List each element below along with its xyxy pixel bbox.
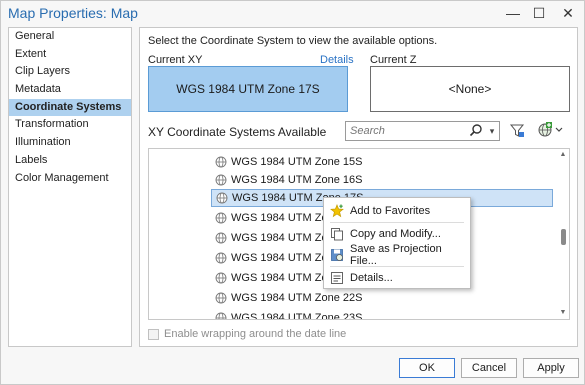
close-button[interactable]: ✕	[555, 3, 581, 23]
globe-icon	[216, 192, 228, 209]
save-projection-icon	[330, 248, 344, 262]
menu-item-save-projection-file[interactable]: Save as Projection File...	[324, 243, 470, 267]
nav-item-transformation[interactable]: Transformation	[9, 116, 131, 134]
nav-item-illumination[interactable]: Illumination	[9, 134, 131, 152]
apply-button[interactable]: Apply	[523, 358, 579, 378]
nav-item-coordinate-systems[interactable]: Coordinate Systems	[9, 98, 131, 117]
list-item-label: WGS 1984 UTM Zone 22S	[231, 292, 363, 304]
minimize-button[interactable]: —	[500, 3, 526, 23]
nav-item-color-management[interactable]: Color Management	[9, 170, 131, 188]
search-box: ▾	[345, 121, 500, 141]
list-item[interactable]: WGS 1984 UTM Zone 15S	[211, 153, 553, 171]
add-coordinate-system-button[interactable]	[535, 121, 565, 141]
globe-add-icon	[537, 121, 563, 141]
menu-item-add-to-favorites[interactable]: Add to Favorites	[324, 201, 470, 221]
maximize-button[interactable]: ☐	[526, 3, 552, 23]
wrap-dateline-option: Enable wrapping around the date line	[148, 328, 346, 340]
list-item[interactable]: WGS 1984 UTM Zone 22S	[211, 289, 553, 307]
available-heading: XY Coordinate Systems Available	[148, 125, 327, 139]
cancel-button[interactable]: Cancel	[461, 358, 517, 378]
scroll-thumb[interactable]	[561, 229, 566, 245]
filter-icon[interactable]	[507, 121, 527, 141]
menu-item-label: Copy and Modify...	[350, 228, 441, 240]
details-icon	[330, 271, 344, 285]
properties-nav: General Extent Clip Layers Metadata Coor…	[8, 27, 132, 347]
current-z-value: <None>	[448, 82, 492, 96]
nav-item-extent[interactable]: Extent	[9, 46, 131, 64]
map-properties-dialog: Map Properties: Map — ☐ ✕ General Extent…	[0, 0, 585, 385]
current-xy-box[interactable]: WGS 1984 UTM Zone 17S	[148, 66, 348, 112]
details-link[interactable]: Details	[320, 54, 354, 66]
list-scrollbar[interactable]: ▲ ▼	[557, 149, 569, 319]
context-menu: Add to Favorites Copy and Modify... Save…	[323, 197, 471, 289]
scroll-down-icon[interactable]: ▼	[559, 309, 567, 317]
nav-item-metadata[interactable]: Metadata	[9, 81, 131, 99]
globe-icon	[215, 272, 227, 290]
list-item-label: WGS 1984 UTM Zone 23S	[231, 312, 363, 320]
list-item[interactable]: WGS 1984 UTM Zone 16S	[211, 171, 553, 189]
nav-item-labels[interactable]: Labels	[9, 152, 131, 170]
globe-icon	[215, 312, 227, 319]
globe-icon	[215, 232, 227, 250]
menu-item-copy-and-modify[interactable]: Copy and Modify...	[324, 224, 470, 244]
menu-separator	[330, 222, 464, 223]
globe-icon	[215, 212, 227, 230]
search-icon[interactable]	[468, 123, 484, 139]
current-xy-label: Current XY	[148, 54, 203, 66]
list-item-label: WGS 1984 UTM Zone 16S	[231, 174, 363, 186]
copy-icon	[330, 227, 344, 241]
scroll-up-icon[interactable]: ▲	[559, 151, 567, 159]
nav-item-clip-layers[interactable]: Clip Layers	[9, 63, 131, 81]
star-icon	[330, 204, 344, 218]
menu-item-label: Details...	[350, 272, 393, 284]
search-input[interactable]	[346, 122, 461, 140]
wrap-dateline-checkbox[interactable]	[148, 328, 159, 340]
list-item[interactable]: WGS 1984 UTM Zone 23S	[211, 309, 553, 320]
globe-icon	[215, 292, 227, 310]
window-title: Map Properties: Map	[8, 5, 138, 21]
nav-item-general[interactable]: General	[9, 28, 131, 46]
instruction-text: Select the Coordinate System to view the…	[148, 35, 438, 47]
title-bar: Map Properties: Map — ☐ ✕	[1, 1, 584, 27]
list-item-label: WGS 1984 UTM Zone 15S	[231, 156, 363, 168]
coordinate-systems-panel: Select the Coordinate System to view the…	[139, 27, 578, 347]
menu-item-label: Save as Projection File...	[350, 243, 442, 267]
chevron-down-icon[interactable]: ▾	[486, 123, 498, 139]
menu-separator	[330, 266, 464, 267]
wrap-dateline-label: Enable wrapping around the date line	[164, 328, 347, 340]
menu-item-details[interactable]: Details...	[324, 268, 470, 288]
current-z-label: Current Z	[370, 54, 417, 66]
globe-icon	[215, 252, 227, 270]
current-z-box[interactable]: <None>	[370, 66, 570, 112]
current-xy-value: WGS 1984 UTM Zone 17S	[176, 82, 320, 96]
ok-button[interactable]: OK	[399, 358, 455, 378]
menu-item-label: Add to Favorites	[350, 205, 431, 217]
